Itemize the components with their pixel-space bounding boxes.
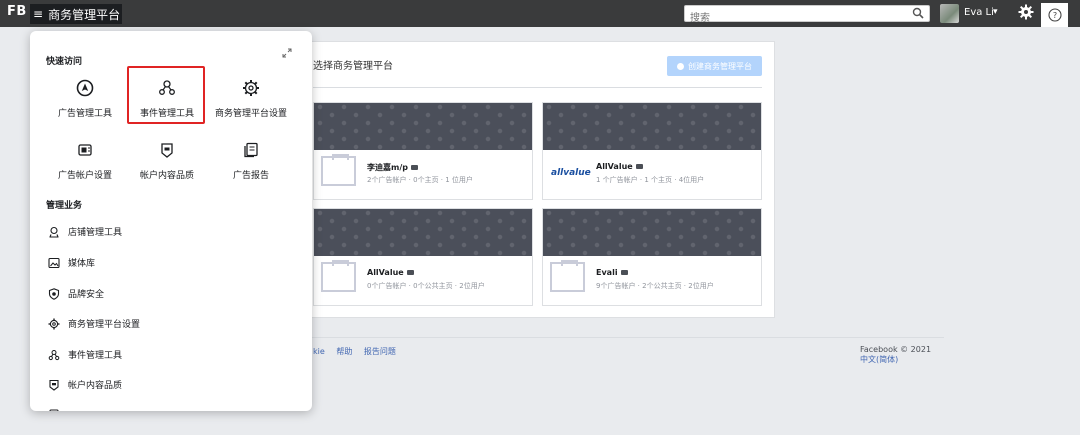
- report-icon: [240, 139, 262, 161]
- menu-item-label: 商务管理平台设置: [68, 320, 141, 330]
- business-card[interactable]: 李迪嘉m/p 2个广告帐户 · 0个主页 · 1 位用户: [313, 102, 533, 200]
- business-menu-button[interactable]: ≡ 商务管理平台: [30, 4, 122, 24]
- tile-ads-reporting[interactable]: 广告报告: [211, 139, 291, 181]
- menu-item-media-library[interactable]: 媒体库: [47, 256, 95, 269]
- manage-business-heading: 管理业务: [46, 201, 83, 211]
- media-library-icon: [47, 256, 60, 269]
- business-card[interactable]: AllValue 0个广告帐户 · 0个公共主页 · 2位用户: [313, 208, 533, 306]
- search-box: [684, 5, 930, 26]
- card-banner: [543, 209, 761, 256]
- search-icon[interactable]: [912, 7, 924, 19]
- business-name: AllValue: [367, 268, 404, 277]
- expand-icon[interactable]: [282, 48, 292, 58]
- navigation-icon: [74, 77, 96, 99]
- menu-item-label: 媒体库: [68, 259, 96, 269]
- store-icon: [47, 225, 60, 238]
- business-menu-label: 商务管理平台: [48, 7, 121, 22]
- business-card[interactable]: Evali 9个广告帐户 · 2个公共主页 · 2位用户: [542, 208, 762, 306]
- footer-link-report[interactable]: 报告问题: [364, 347, 396, 356]
- menu-item-label: 品牌安全: [68, 290, 105, 300]
- user-name[interactable]: Eva Li: [964, 7, 994, 18]
- footer-links: kie 帮助 报告问题: [313, 346, 405, 357]
- business-name: Evali: [596, 268, 618, 277]
- shield-icon: [156, 139, 178, 161]
- create-business-button[interactable]: 创建商务管理平台: [667, 56, 762, 76]
- brand-logo[interactable]: FB: [7, 4, 27, 19]
- footer-divider: [220, 337, 944, 338]
- help-button[interactable]: ?: [1041, 3, 1068, 27]
- menu-item-store-manager[interactable]: 店铺管理工具: [47, 225, 122, 238]
- menu-item-icon: [47, 407, 60, 411]
- card-banner: [314, 209, 532, 256]
- quick-access-heading: 快速访问: [46, 57, 83, 67]
- footer-link-help[interactable]: 帮助: [336, 347, 352, 356]
- menu-item-label: 帐户内容品质: [68, 381, 123, 391]
- gear-icon: [240, 77, 262, 99]
- top-navigation-bar: FB ≡ 商务管理平台 Eva Li ▾ ?: [0, 0, 1080, 27]
- tile-account-quality[interactable]: 帐户内容品质: [127, 139, 207, 181]
- menu-item-account-quality[interactable]: 帐户内容品质: [47, 378, 122, 391]
- brand-safety-icon: [47, 287, 60, 300]
- tile-business-settings[interactable]: 商务管理平台设置: [211, 77, 291, 119]
- business-meta: 9个广告帐户 · 2个公共主页 · 2位用户: [596, 282, 714, 290]
- menu-item-business-settings[interactable]: 商务管理平台设置: [47, 317, 140, 330]
- menu-item-label: 店铺管理工具: [68, 228, 123, 238]
- tile-ads-manager[interactable]: 广告管理工具: [45, 77, 125, 119]
- menu-item-brand-safety[interactable]: 品牌安全: [47, 287, 104, 300]
- events-manager-icon: [47, 348, 60, 361]
- business-meta: 1 个广告帐户 · 1 个主页 · 4位用户: [596, 176, 705, 184]
- briefcase-placeholder-icon: [321, 154, 356, 186]
- menu-item-label: 事件管理工具: [68, 351, 123, 361]
- tile-label: 广告管理工具: [57, 109, 112, 119]
- briefcase-icon: [620, 270, 628, 275]
- svg-text:?: ?: [1052, 11, 1056, 20]
- business-card[interactable]: allvalue AllValue 1 个广告帐户 · 1 个主页 · 4位用户: [542, 102, 762, 200]
- copyright-text: Facebook © 2021: [860, 345, 932, 354]
- language-link[interactable]: 中文(简体): [860, 355, 931, 365]
- business-name: 李迪嘉m/p: [367, 163, 408, 172]
- business-name: AllValue: [596, 162, 633, 171]
- avatar[interactable]: [940, 4, 959, 23]
- tile-label: 广告报告: [232, 171, 269, 181]
- tile-label: 帐户内容品质: [139, 171, 194, 181]
- plus-icon: [677, 62, 684, 70]
- panel-title: 选择商务管理平台: [313, 61, 393, 72]
- ad-account-icon: [74, 139, 96, 161]
- business-meta: 0个广告帐户 · 0个公共主页 · 2位用户: [367, 282, 485, 290]
- allvalue-logo: allvalue: [551, 168, 591, 178]
- tile-ad-account-settings[interactable]: 广告帐户设置: [45, 139, 125, 181]
- footer-link-cookie[interactable]: kie: [313, 347, 325, 356]
- briefcase-placeholder-icon: [550, 260, 585, 292]
- search-input[interactable]: [685, 11, 900, 26]
- tile-label: 商务管理平台设置: [214, 109, 287, 119]
- shield-icon: [47, 378, 60, 391]
- menu-item-partial[interactable]: [47, 407, 68, 411]
- create-business-label: 创建商务管理平台: [688, 61, 752, 71]
- footer-copyright: Facebook © 2021 中文(简体): [860, 345, 931, 365]
- highlight-box: [127, 66, 205, 124]
- menu-item-events-manager[interactable]: 事件管理工具: [47, 348, 122, 361]
- gear-icon[interactable]: [1018, 4, 1034, 20]
- briefcase-icon: [410, 165, 418, 170]
- chevron-down-icon[interactable]: ▾: [993, 7, 998, 17]
- card-banner: [543, 103, 761, 150]
- hamburger-icon: ≡: [33, 7, 44, 21]
- business-menu-dropdown: 快速访问 广告管理工具 事件管理工具 商务管理平台设置 广告帐户设置 帐户内容品…: [30, 31, 312, 411]
- briefcase-icon: [635, 164, 643, 169]
- briefcase-icon: [406, 270, 414, 275]
- help-icon: ?: [1047, 8, 1062, 22]
- divider: [313, 87, 762, 88]
- tile-label: 广告帐户设置: [57, 171, 112, 181]
- business-meta: 2个广告帐户 · 0个主页 · 1 位用户: [367, 176, 473, 184]
- gear-icon: [47, 317, 60, 330]
- card-banner: [314, 103, 532, 150]
- briefcase-placeholder-icon: [321, 260, 356, 292]
